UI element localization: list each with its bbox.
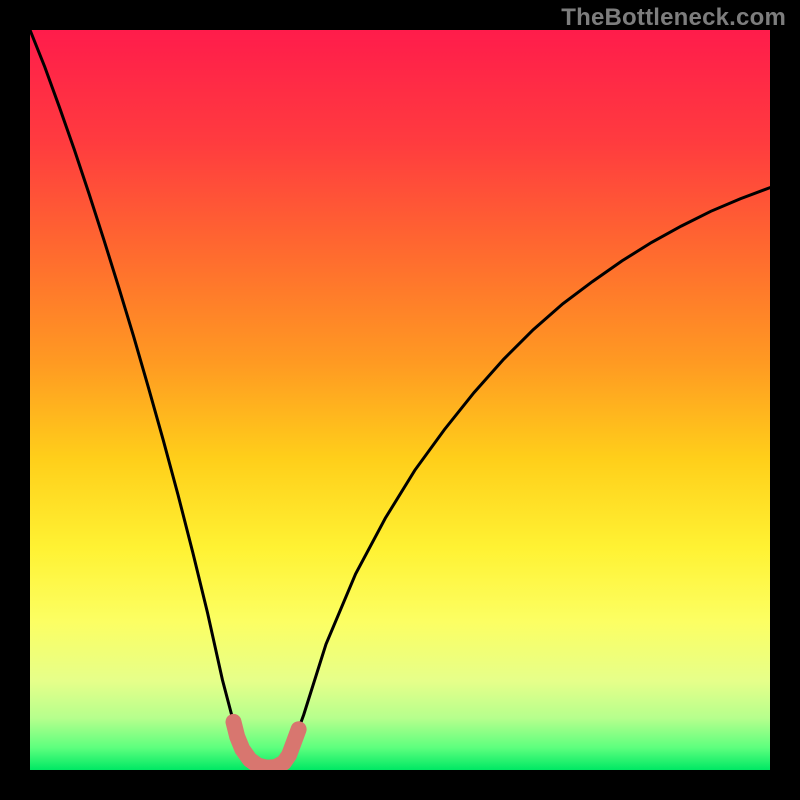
watermark-text: TheBottleneck.com: [561, 4, 786, 32]
chart-frame: TheBottleneck.com: [0, 0, 800, 800]
chart-svg: [30, 30, 770, 770]
chart-background: [30, 30, 770, 770]
plot-area: [30, 30, 770, 770]
